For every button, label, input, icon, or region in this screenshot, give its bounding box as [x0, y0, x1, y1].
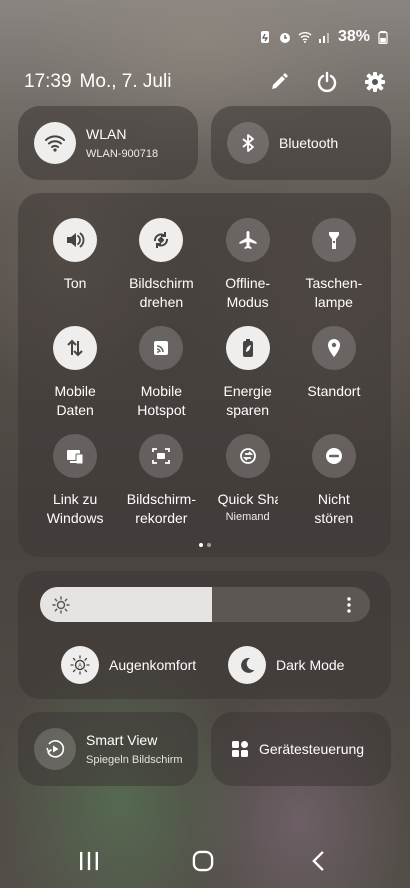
wifi-status-icon: [298, 30, 312, 44]
tile-sublabel: Niemand: [225, 511, 270, 523]
tile-label: Nicht stören: [314, 491, 354, 526]
header-actions: [268, 71, 386, 93]
tile-label: Standort: [307, 383, 361, 399]
tile-hotspot[interactable]: Mobile Hotspot: [118, 326, 204, 420]
page-indicator: [18, 543, 391, 547]
home-icon[interactable]: [190, 848, 216, 874]
do-not-disturb-icon: [311, 434, 356, 478]
tile-label: Ton: [63, 275, 87, 291]
bluetooth-icon: [227, 122, 269, 164]
wlan-toggle[interactable]: WLAN WLAN-900718: [18, 106, 198, 180]
wifi-icon: [34, 122, 76, 164]
rotate-icon: [139, 218, 184, 262]
tile-location[interactable]: Standort: [291, 326, 377, 420]
page-dot: [206, 543, 211, 547]
wlan-label: WLAN: [86, 126, 127, 142]
eye-comfort-icon: A: [61, 646, 99, 684]
back-icon[interactable]: [306, 848, 332, 874]
battery-leaf-icon: [225, 326, 270, 370]
navigation-bar: [0, 848, 410, 874]
device-control-tile[interactable]: Gerätesteuerung: [211, 712, 391, 786]
bluetooth-label: Bluetooth: [279, 135, 339, 151]
location-icon: [311, 326, 356, 370]
edit-pencil-icon[interactable]: [268, 71, 290, 93]
dark-mode-toggle[interactable]: Dark Mode: [228, 646, 344, 684]
page-dot: [198, 543, 203, 547]
bluetooth-toggle[interactable]: Bluetooth: [211, 106, 391, 180]
smart-view-icon: [34, 728, 76, 770]
tile-label: Quick Share: [217, 491, 278, 507]
status-bar: 38%: [258, 28, 390, 46]
battery-percent: 38%: [337, 28, 370, 45]
date: Mo., 7. Juli: [79, 71, 172, 92]
sun-icon: [52, 596, 70, 614]
tile-rotate[interactable]: Bildschirm drehen: [118, 218, 204, 312]
recent-apps-icon[interactable]: [76, 848, 102, 874]
wlan-network-name: WLAN-900718: [86, 148, 159, 160]
brightness-panel: A Augenkomfort Dark Mode: [18, 571, 391, 699]
eye-comfort-toggle[interactable]: A Augenkomfort: [61, 646, 196, 684]
device-grid-icon: [231, 740, 249, 758]
tile-mobile-data[interactable]: Mobile Daten: [32, 326, 118, 420]
tile-label: Mobile Hotspot: [137, 383, 186, 418]
tile-label: Taschen- lampe: [305, 275, 363, 310]
flashlight-icon: [311, 218, 356, 262]
mobile-data-icon: [53, 326, 98, 370]
alarm-icon: [278, 30, 292, 44]
more-options-icon[interactable]: [340, 595, 358, 615]
device-control-label: Gerätesteuerung: [259, 741, 365, 757]
tile-screen-recorder[interactable]: Bildschirm- rekorder: [118, 434, 204, 528]
tile-airplane[interactable]: Offline- Modus: [205, 218, 291, 312]
volume-icon: [53, 218, 98, 262]
hotspot-icon: [139, 326, 184, 370]
tile-label: Bildschirm drehen: [129, 275, 194, 310]
svg-text:A: A: [78, 664, 82, 670]
smart-view-sublabel: Spiegeln Bildschirm: [86, 754, 183, 766]
clock: 17:39: [24, 71, 72, 92]
battery-saver-icon: [258, 30, 272, 44]
screen-recorder-icon: [139, 434, 184, 478]
battery-icon: [376, 30, 390, 44]
header: 17:39 Mo., 7. Juli: [24, 68, 386, 96]
airplane-icon: [225, 218, 270, 262]
quick-settings-panel: Ton Bildschirm drehen Offline- Modus Tas…: [18, 193, 391, 557]
moon-icon: [228, 646, 266, 684]
link-windows-icon: [53, 434, 98, 478]
eye-comfort-label: Augenkomfort: [109, 657, 197, 673]
brightness-slider[interactable]: [40, 587, 370, 622]
tile-link-windows[interactable]: Link zu Windows: [32, 434, 118, 528]
tile-power-saving[interactable]: Energie sparen: [205, 326, 291, 420]
dark-mode-label: Dark Mode: [276, 657, 345, 673]
tile-label: Link zu Windows: [46, 491, 104, 526]
tile-quick-share[interactable]: Quick Share Niemand: [205, 434, 291, 528]
tile-label: Bildschirm- rekorder: [126, 491, 196, 526]
tile-label: Mobile Daten: [54, 383, 96, 418]
signal-icon: [318, 30, 332, 44]
tile-flashlight[interactable]: Taschen- lampe: [291, 218, 377, 312]
settings-gear-icon[interactable]: [364, 71, 386, 93]
quick-share-icon: [225, 434, 270, 478]
smart-view-label: Smart View: [86, 732, 158, 748]
power-icon[interactable]: [316, 71, 338, 93]
tile-sound[interactable]: Ton: [32, 218, 118, 312]
tile-label: Energie sparen: [223, 383, 272, 418]
tile-label: Offline- Modus: [225, 275, 271, 310]
tile-do-not-disturb[interactable]: Nicht stören: [291, 434, 377, 528]
smart-view-tile[interactable]: Smart View Spiegeln Bildschirm: [18, 712, 198, 786]
